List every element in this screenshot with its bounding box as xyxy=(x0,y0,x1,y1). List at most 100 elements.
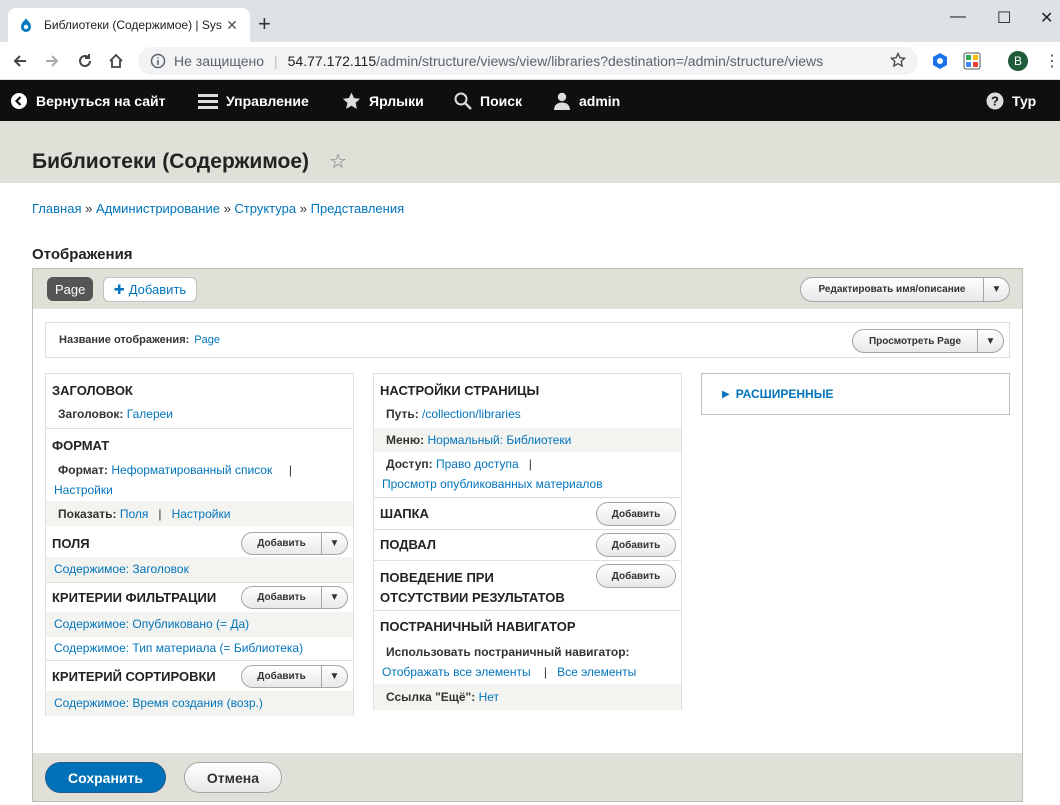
preview-page-button[interactable]: Просмотреть Page ▼ xyxy=(852,329,1004,353)
show-row: Показать: Поля | Настройки xyxy=(46,501,353,526)
shortcuts-menu[interactable]: Ярлыки xyxy=(342,80,424,121)
maximize-icon[interactable]: ☐ xyxy=(997,8,1011,28)
menu-row: Меню: Нормальный: Библиотеки xyxy=(374,428,681,452)
search-menu[interactable]: Поиск xyxy=(454,80,522,121)
breadcrumb-admin[interactable]: Администрирование xyxy=(96,201,220,216)
filters-add-button[interactable]: Добавить ▼ xyxy=(241,586,348,609)
footer-add-button[interactable]: Добавить xyxy=(596,533,676,557)
fields-add-button[interactable]: Добавить ▼ xyxy=(241,532,348,555)
back-icon[interactable] xyxy=(10,51,30,71)
address-bar[interactable]: Не защищено | 54.77.172.115/admin/struct… xyxy=(138,47,918,75)
cancel-button[interactable]: Отмена xyxy=(184,762,282,793)
pager-value-link[interactable]: Отображать все элементы xyxy=(382,665,531,679)
filter-type-link[interactable]: Содержимое: Тип материала (= Библиотека) xyxy=(54,641,303,655)
filter-item: Содержимое: Тип материала (= Библиотека) xyxy=(46,641,353,655)
views-edit-form: Page ✚ Добавить Редактировать имя/описани… xyxy=(32,268,1023,802)
format-row: Формат: Неформатированный список | xyxy=(58,463,293,477)
search-icon xyxy=(454,92,472,110)
forward-icon[interactable] xyxy=(42,51,62,71)
pager-label-row: Использовать постраничный навигатор: xyxy=(386,645,630,659)
menu-link[interactable]: Нормальный: Библиотеки xyxy=(428,433,572,447)
not-secure-label: Не защищено xyxy=(174,53,264,69)
field-title-link[interactable]: Содержимое: Заголовок xyxy=(54,562,189,576)
breadcrumb-views[interactable]: Представления xyxy=(311,201,405,216)
tour-button[interactable]: ? Тур xyxy=(986,80,1036,121)
svg-text:?: ? xyxy=(991,93,999,108)
title-row: Заголовок: Галереи xyxy=(58,407,173,421)
bookmark-star-icon[interactable] xyxy=(889,51,907,71)
breadcrumb-structure[interactable]: Структура xyxy=(234,201,296,216)
access-link[interactable]: Право доступа xyxy=(436,457,519,471)
format-settings-link[interactable]: Настройки xyxy=(54,483,113,497)
form-actions: Сохранить Отмена xyxy=(33,753,1022,801)
header-section-heading: ШАПКА xyxy=(380,506,429,521)
info-icon[interactable] xyxy=(150,53,166,69)
pager-value-row: Отображать все элементы | Все элементы xyxy=(382,665,637,679)
format-section-heading: ФОРМАТ xyxy=(52,438,110,453)
path-link[interactable]: /collection/libraries xyxy=(422,407,521,421)
extension-grid-icon[interactable] xyxy=(962,51,982,71)
close-window-icon[interactable]: ✕ xyxy=(1040,8,1053,28)
home-icon[interactable] xyxy=(106,51,126,71)
path-row: Путь: /collection/libraries xyxy=(386,407,521,421)
format-value-link[interactable]: Неформатированный список xyxy=(111,463,272,477)
show-settings-link[interactable]: Настройки xyxy=(172,507,231,521)
chevron-down-icon[interactable]: ▼ xyxy=(983,278,1009,301)
field-item: Содержимое: Заголовок xyxy=(46,557,353,582)
browser-tab-strip: Библиотеки (Содержимое) | Sys ✕ + — ☐ ✕ xyxy=(0,0,1060,42)
triangle-right-icon: ▶ xyxy=(722,388,730,400)
title-section-heading: ЗАГОЛОВОК xyxy=(52,383,133,398)
add-display-button[interactable]: ✚ Добавить xyxy=(103,277,197,302)
chevron-down-icon[interactable]: ▼ xyxy=(321,533,347,554)
profile-avatar[interactable]: B xyxy=(1008,51,1028,71)
more-link-value[interactable]: Нет xyxy=(479,690,499,704)
shortcut-star-icon[interactable]: ☆ xyxy=(329,151,347,173)
format-settings-row: Настройки xyxy=(46,483,353,497)
back-circle-icon xyxy=(11,92,27,109)
plus-icon: ✚ xyxy=(113,281,125,297)
drupal-favicon-icon xyxy=(21,18,31,32)
minimize-icon[interactable]: — xyxy=(950,8,966,26)
sort-add-button[interactable]: Добавить ▼ xyxy=(241,665,348,688)
reload-icon[interactable] xyxy=(75,51,95,71)
user-icon xyxy=(554,92,570,110)
browser-menu-icon[interactable]: ⋮ xyxy=(1044,51,1060,71)
more-link-row: Ссылка "Ещё": Нет xyxy=(374,684,681,710)
pager-all-link[interactable]: Все элементы xyxy=(557,665,636,679)
filter-published-link[interactable]: Содержимое: Опубликовано (= Да) xyxy=(54,617,249,631)
chevron-down-icon[interactable]: ▼ xyxy=(321,666,347,687)
fields-section-heading: ПОЛЯ xyxy=(52,536,90,551)
back-to-site-link[interactable]: Вернуться на сайт xyxy=(10,80,166,121)
page-title: Библиотеки (Содержимое) xyxy=(32,150,310,173)
edit-name-description-button[interactable]: Редактировать имя/описание ▼ xyxy=(800,277,1010,302)
title-value-link[interactable]: Галереи xyxy=(127,407,173,421)
new-tab-button[interactable]: + xyxy=(258,13,271,35)
user-menu[interactable]: admin xyxy=(553,80,620,121)
no-results-add-button[interactable]: Добавить xyxy=(596,564,676,588)
admin-toolbar: Вернуться на сайт Управление Ярлыки Поис… xyxy=(0,80,1060,121)
sort-created-link[interactable]: Содержимое: Время создания (возр.) xyxy=(54,696,263,710)
filters-section-heading: КРИТЕРИИ ФИЛЬТРАЦИИ xyxy=(52,590,217,605)
chevron-down-icon[interactable]: ▼ xyxy=(977,330,1003,352)
url-host: 54.77.172.115 xyxy=(287,53,377,69)
middle-column: НАСТРОЙКИ СТРАНИЦЫ Путь: /collection/lib… xyxy=(373,373,682,710)
manage-menu[interactable]: Управление xyxy=(198,80,309,121)
access-permission-link[interactable]: Просмотр опубликованных материалов xyxy=(382,477,603,491)
close-tab-icon[interactable]: ✕ xyxy=(224,17,240,34)
show-value-link[interactable]: Поля xyxy=(120,507,149,521)
breadcrumb-home[interactable]: Главная xyxy=(32,201,81,216)
display-name-link[interactable]: Page xyxy=(194,334,220,346)
tab-page-display[interactable]: Page xyxy=(47,277,94,301)
sort-item: Содержимое: Время создания (возр.) xyxy=(46,691,353,716)
advanced-section-toggle[interactable]: ▶ РАСШИРЕННЫЕ xyxy=(701,373,1010,415)
save-button[interactable]: Сохранить xyxy=(45,762,166,793)
page-settings-heading: НАСТРОЙКИ СТРАНИЦЫ xyxy=(380,383,540,398)
no-results-section-heading: ПОВЕДЕНИЕ ПРИ ОТСУТСТВИИ РЕЗУЛЬТАТОВ xyxy=(380,570,565,605)
browser-tab[interactable]: Библиотеки (Содержимое) | Sys ✕ xyxy=(8,8,250,42)
chevron-down-icon[interactable]: ▼ xyxy=(321,587,347,608)
display-tabs: Page ✚ Добавить Редактировать имя/описани… xyxy=(33,269,1022,309)
header-add-button[interactable]: Добавить xyxy=(596,502,676,526)
extension-shield-icon[interactable] xyxy=(930,51,950,71)
display-name-label: Название отображения: xyxy=(59,334,190,346)
access-row: Доступ: Право доступа | xyxy=(386,457,532,471)
